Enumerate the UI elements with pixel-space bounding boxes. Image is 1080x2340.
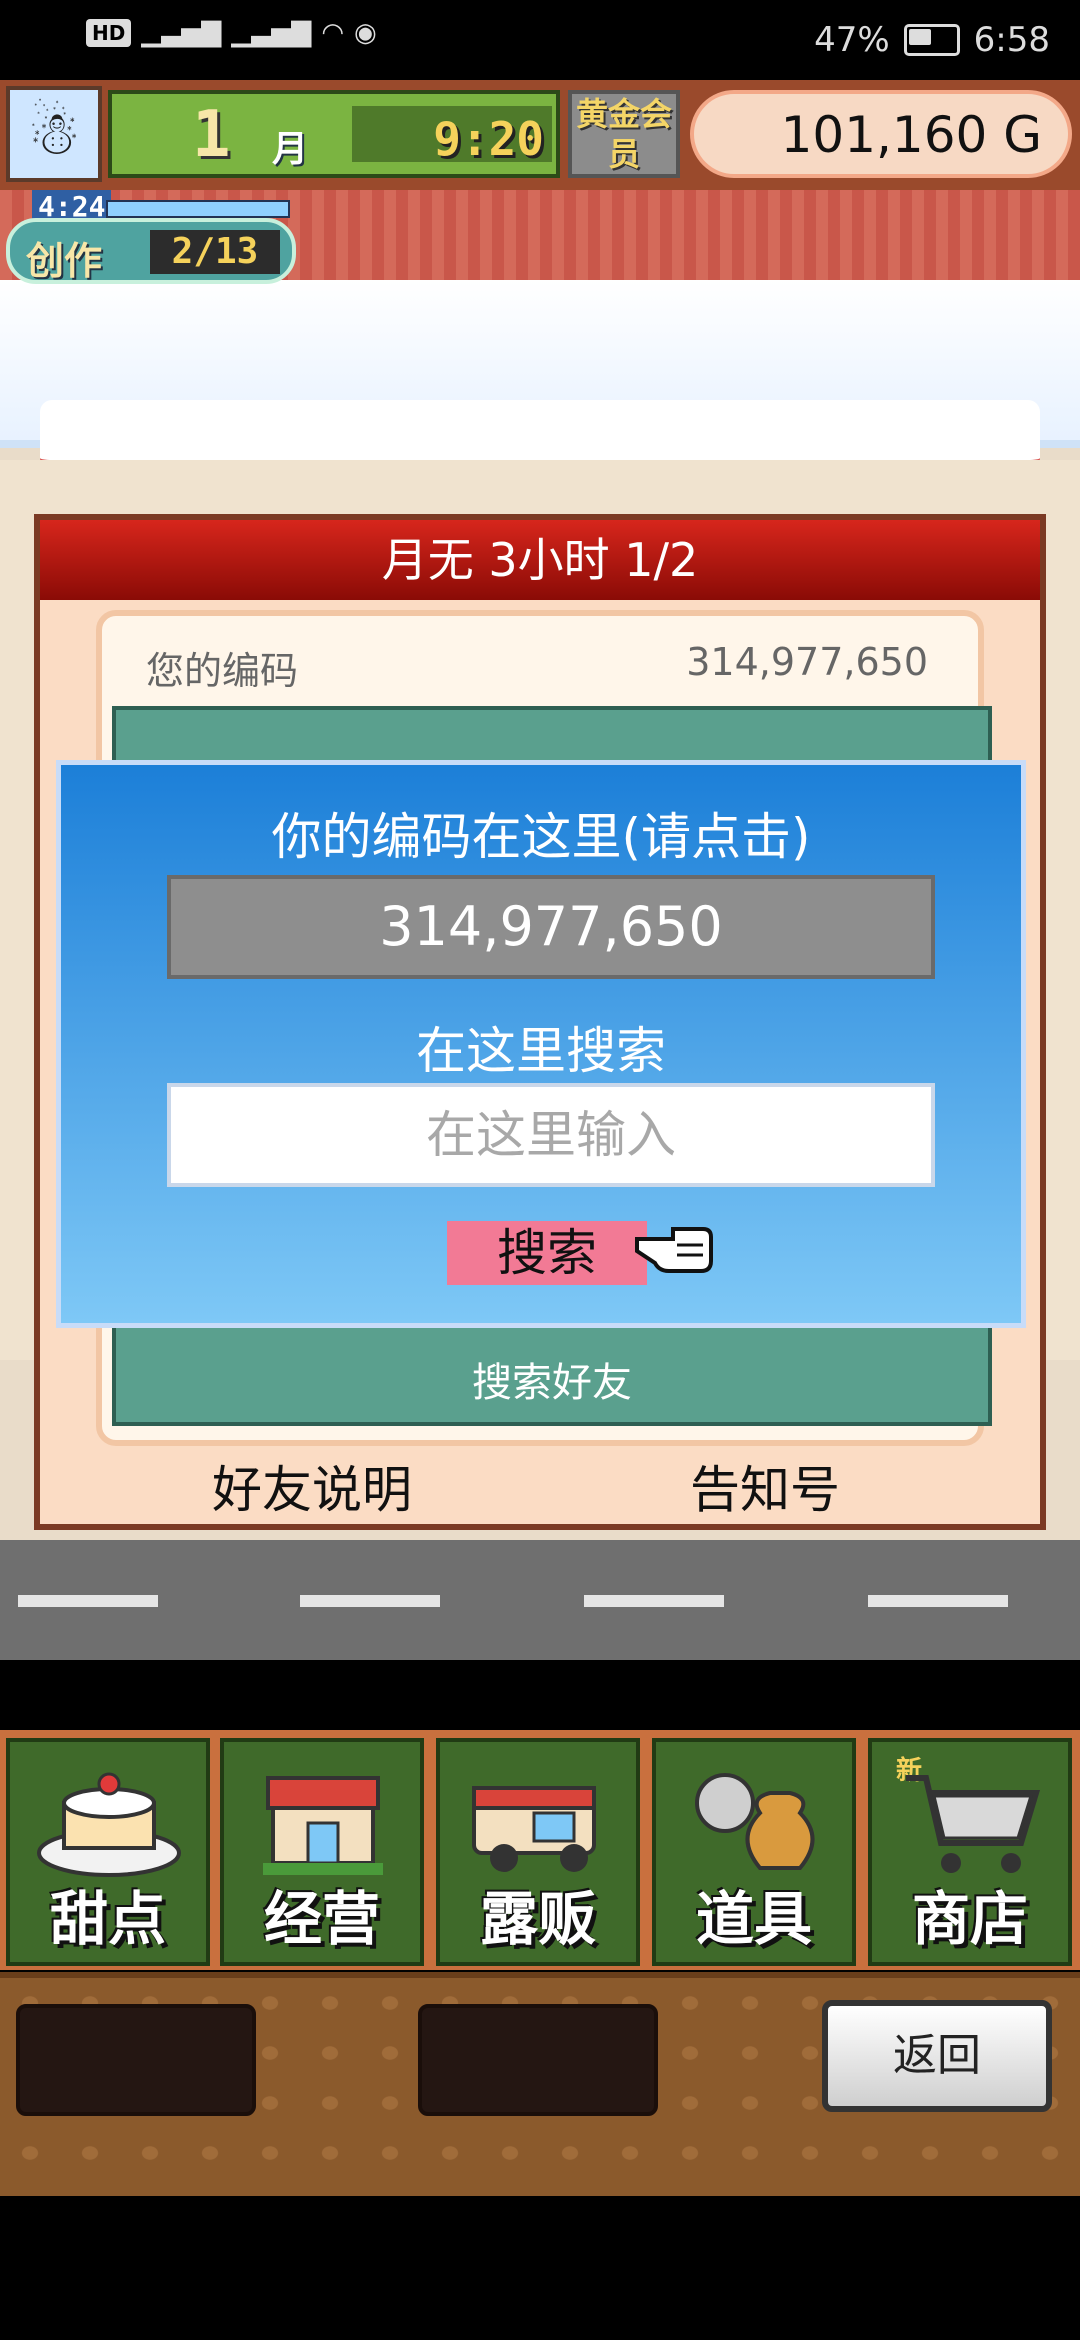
search-label: 在这里搜索	[416, 1022, 666, 1080]
date-panel: 1 月 9:20	[108, 90, 560, 178]
battery-percent: 47%	[814, 20, 890, 60]
game-time: 9:20	[433, 112, 544, 166]
menu-label: 商店	[911, 1885, 1028, 1953]
menu-label: 甜点	[49, 1885, 166, 1953]
menu-items[interactable]: 道具	[652, 1738, 856, 1966]
pointing-hand-icon	[635, 1227, 713, 1273]
menu-label: 道具	[695, 1885, 812, 1953]
month-number: 1	[192, 98, 231, 172]
food-truck-icon	[472, 1786, 596, 1872]
signal-4g-icon-2: ▁▃▅▇	[231, 18, 312, 48]
battery-icon	[903, 24, 960, 56]
money-amount: 101,160 G	[780, 106, 1042, 164]
menu-store[interactable]: 新 商店	[868, 1738, 1072, 1966]
bottom-menu: 甜点 经营 露贩 道具 新 商店	[0, 1730, 1080, 1970]
hd-icon: HD	[86, 19, 132, 47]
dock-slot[interactable]	[418, 2004, 658, 2116]
search-button[interactable]: 搜索	[447, 1221, 647, 1285]
search-friend-button[interactable]: 搜索好友	[116, 1350, 988, 1408]
your-code-label: 您的编码	[146, 649, 299, 693]
popup-title: 你的编码在这里(请点击)	[271, 808, 811, 866]
signal-4g-icon-1: ▁▃▅▇	[141, 18, 222, 48]
your-code-row: 您的编码 314,977,650	[102, 626, 978, 696]
cake-icon	[37, 1772, 181, 1877]
dialog-title: 月无 3小时 1/2	[40, 520, 1040, 600]
lane-mark	[18, 1595, 158, 1607]
clock: 6:58	[973, 20, 1050, 60]
cart-icon	[906, 1775, 1041, 1873]
gold-member-button[interactable]: 黄金会员	[568, 90, 680, 178]
bottom-dock: 返回	[0, 1972, 1080, 2196]
menu-desserts[interactable]: 甜点	[6, 1738, 210, 1966]
month-label: 月	[272, 129, 309, 170]
search-popup: 你的编码在这里(请点击) 314,977,650 在这里搜索 搜索	[56, 760, 1026, 1328]
menu-label: 露贩	[479, 1885, 596, 1953]
create-label: 创作	[26, 239, 103, 283]
lane-mark	[584, 1595, 724, 1607]
snowman-icon: ☃	[27, 99, 81, 169]
search-input[interactable]	[167, 1083, 935, 1187]
shop-icon	[263, 1776, 383, 1875]
your-code-value: 314,977,650	[686, 640, 928, 684]
money-display: 101,160 G	[690, 90, 1072, 178]
gold-member-label: 黄金会员	[575, 95, 672, 173]
create-status[interactable]: 4:24 创作 2/13	[6, 190, 296, 290]
status-bar: HD ▁▃▅▇ ▁▃▅▇ ◠ ◉ 47% 6:58	[0, 0, 1080, 80]
your-code-field[interactable]: 314,977,650	[167, 875, 935, 979]
lane-mark	[300, 1595, 440, 1607]
chat-icon: ◉	[354, 18, 377, 48]
back-button[interactable]: 返回	[822, 2000, 1052, 2112]
create-progress-bar	[106, 200, 290, 218]
lane-mark	[868, 1595, 1008, 1607]
create-count: 2/13	[150, 230, 280, 274]
status-icons: HD ▁▃▅▇ ▁▃▅▇ ◠ ◉	[86, 18, 377, 48]
notice-number-link[interactable]: 告知号	[690, 1450, 840, 1522]
dock-slot[interactable]	[16, 2004, 256, 2116]
wifi-icon: ◠	[321, 18, 344, 48]
time-panel: 9:20	[352, 106, 552, 166]
top-hud: ☃ 1 月 9:20 黄金会员 101,160 G	[0, 80, 1080, 190]
menu-label: 经营	[263, 1885, 380, 1953]
menu-food-truck[interactable]: 露贩	[436, 1738, 640, 1966]
friend-help-link[interactable]: 好友说明	[212, 1450, 412, 1522]
menu-management[interactable]: 经营	[220, 1738, 424, 1966]
create-pill: 创作 2/13	[6, 218, 296, 284]
avatar[interactable]: ☃	[6, 86, 102, 182]
items-bag-icon	[695, 1773, 815, 1870]
